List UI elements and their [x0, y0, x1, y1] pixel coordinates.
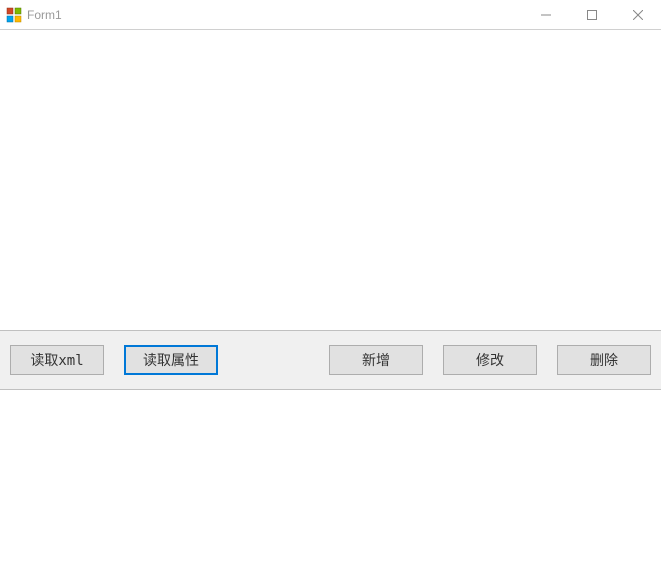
minimize-button[interactable] [523, 0, 569, 29]
below-area [0, 390, 661, 572]
window-controls [523, 0, 661, 29]
app-icon [6, 7, 22, 23]
add-button[interactable]: 新增 [329, 345, 423, 375]
delete-button[interactable]: 删除 [557, 345, 651, 375]
maximize-button[interactable] [569, 0, 615, 29]
content-region [0, 30, 661, 330]
read-attr-button[interactable]: 读取属性 [124, 345, 218, 375]
close-button[interactable] [615, 0, 661, 29]
read-xml-button[interactable]: 读取xml [10, 345, 104, 375]
button-bar: 读取xml 读取属性 新增 修改 删除 [0, 330, 661, 390]
window-title: Form1 [27, 8, 523, 22]
titlebar: Form1 [0, 0, 661, 30]
client-area: 读取xml 读取属性 新增 修改 删除 [0, 30, 661, 572]
edit-button[interactable]: 修改 [443, 345, 537, 375]
